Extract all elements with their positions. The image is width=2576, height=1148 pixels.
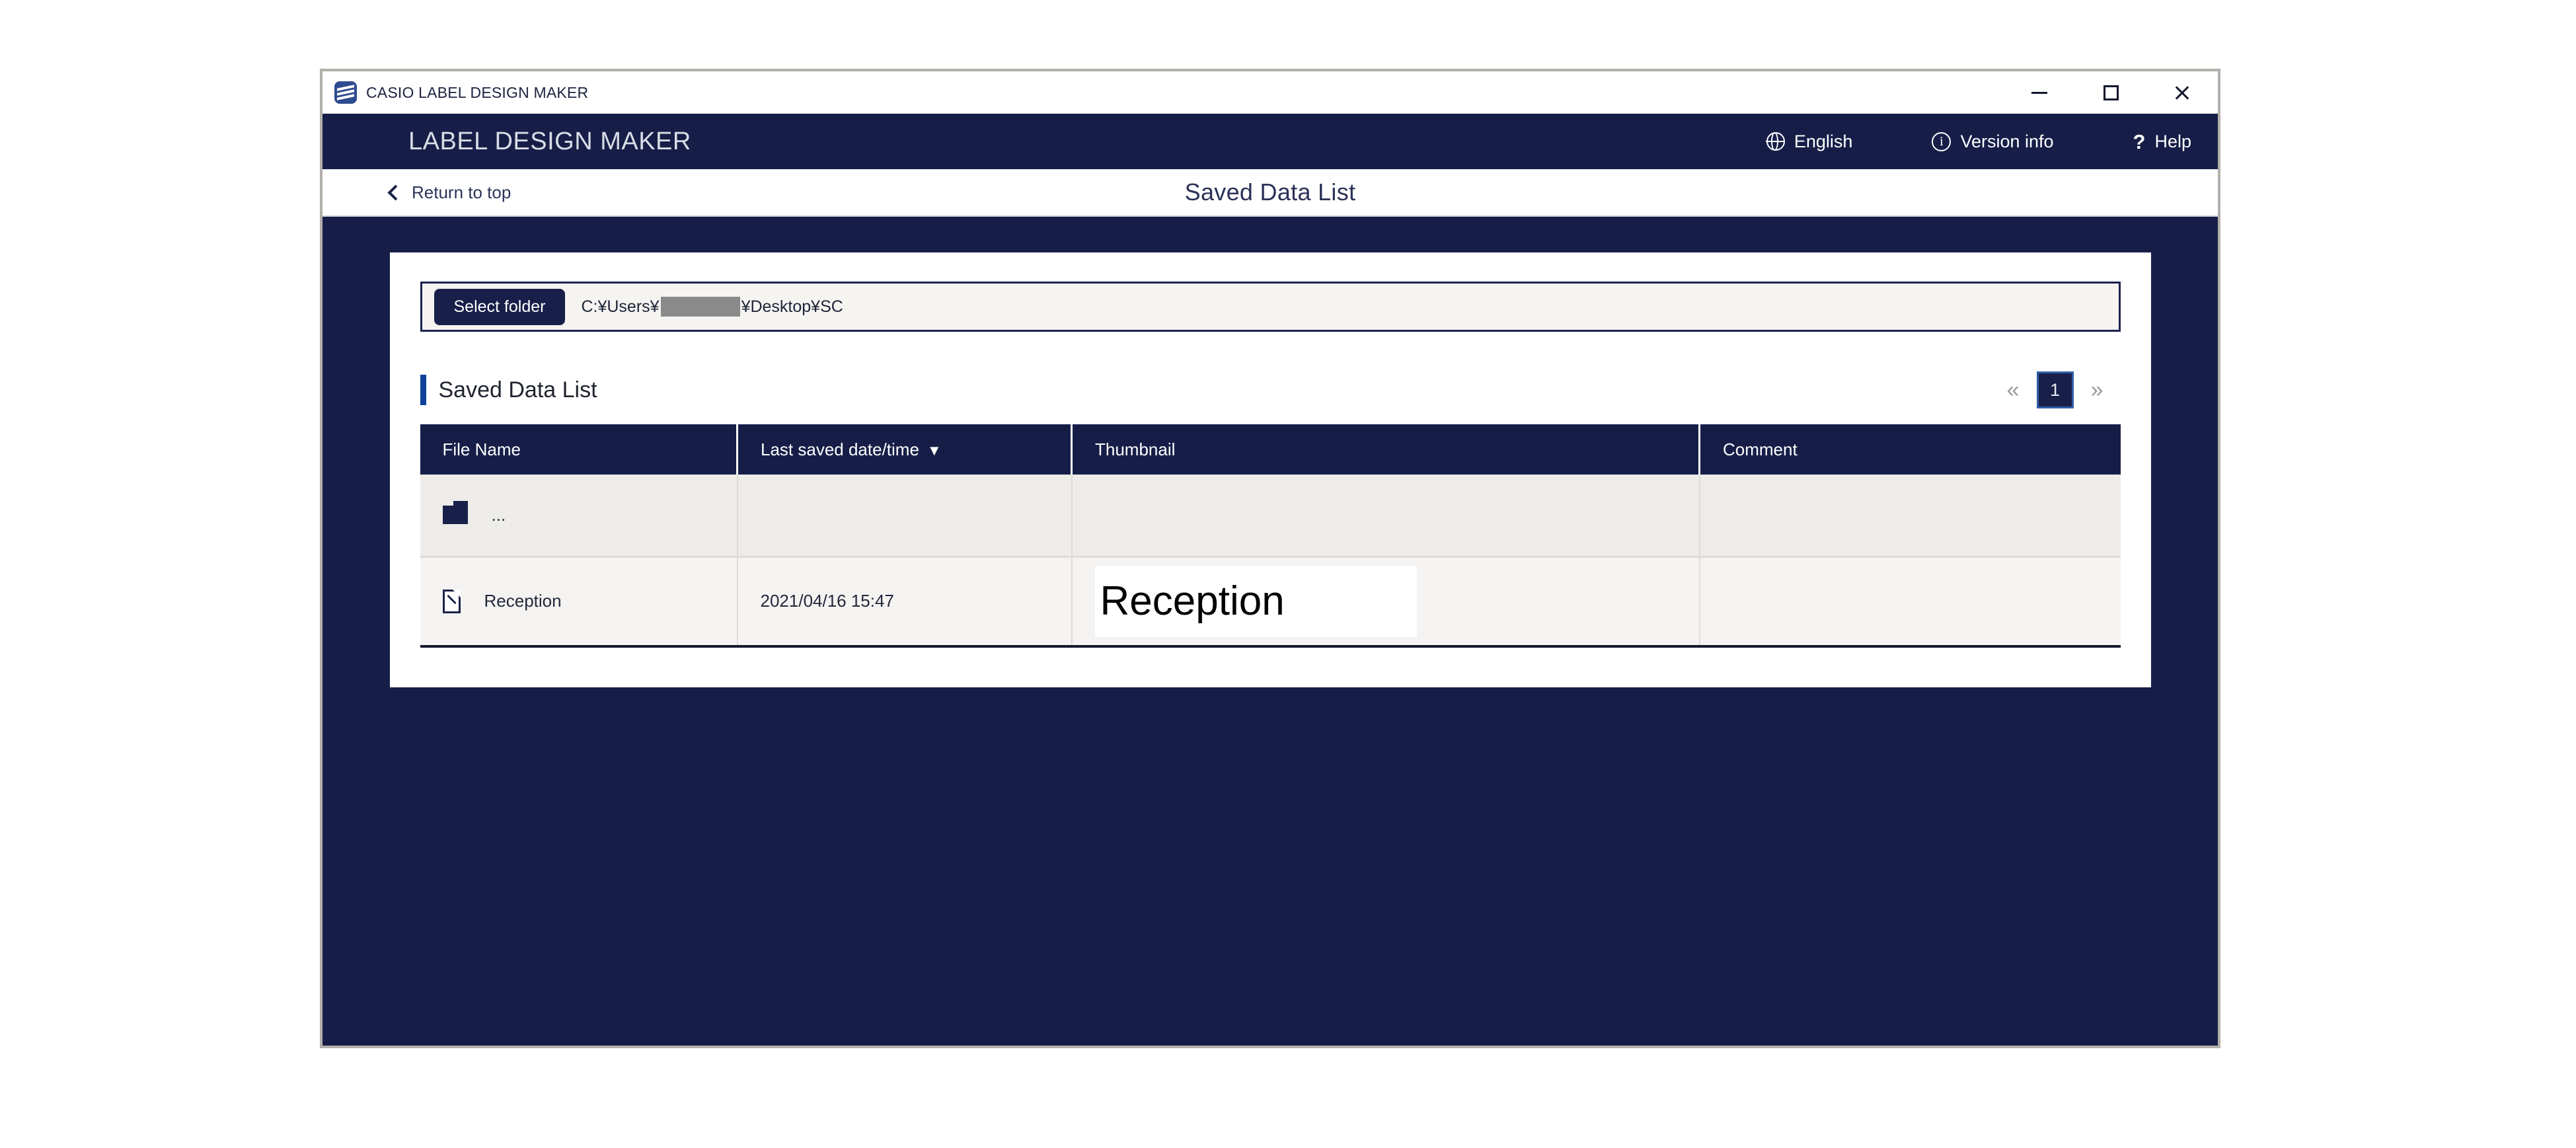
next-page-button[interactable]: » [2074,379,2121,401]
column-header-last-saved[interactable]: Last saved date/time ▼ [737,424,1073,475]
parent-folder-entry: ... [442,501,737,525]
column-header-comment[interactable]: Comment [1699,424,2121,475]
sub-header: Return to top Saved Data List [322,169,2218,217]
column-header-last-saved-label: Last saved date/time [761,439,919,459]
page-number-1[interactable]: 1 [2036,371,2074,408]
language-menu-item[interactable]: English [1766,131,1853,152]
thumbnail-text: Reception [1100,578,1285,624]
cell-thumbnail [1071,475,1700,558]
table-body: ... Reception 2021/04/16 15:47 Reception [420,475,2121,646]
pagination: « 1 » [1990,371,2121,408]
close-icon [2174,84,2191,101]
table-row[interactable]: Reception 2021/04/16 15:47 Reception [420,556,2121,646]
file-entry: Reception [442,589,737,613]
column-header-comment-label: Comment [1723,439,1798,459]
file-name-label: Reception [484,591,562,611]
table-row[interactable]: ... [420,475,2121,558]
version-info-menu-item[interactable]: i Version info [1932,131,2054,152]
folder-icon [442,501,468,525]
casio-logo-icon [334,81,357,104]
return-to-top-label: Return to top [412,182,511,202]
column-header-thumbnail[interactable]: Thumbnail [1071,424,1700,475]
list-section-header: Saved Data List « 1 » [420,371,2121,408]
table-header: File Name Last saved date/time ▼ Thumbnai… [420,424,2121,475]
table-header-row: File Name Last saved date/time ▼ Thumbnai… [420,424,2121,475]
cell-file-name: ... [420,475,738,558]
language-label: English [1794,131,1853,151]
chevron-left-icon [387,184,404,201]
cell-thumbnail: Reception [1071,556,1700,646]
parent-folder-label: ... [491,504,506,525]
redacted-username [660,297,740,317]
folder-path-prefix: C:¥Users¥ [581,297,660,316]
folder-path-suffix: ¥Desktop¥SC [741,297,843,316]
content-area: Select folder C:¥Users¥ ¥Desktop¥SC Save… [322,217,2218,1046]
globe-icon [1766,132,1785,151]
maximize-button[interactable] [2075,71,2146,114]
sort-descending-icon: ▼ [927,441,942,459]
minimize-icon [2031,91,2047,94]
brand-header-menu: English i Version info ? Help [1687,132,2191,152]
info-circle-icon: i [1932,132,1951,151]
column-header-file-name[interactable]: File Name [420,424,738,475]
column-header-file-name-label: File Name [442,439,521,459]
previous-page-button[interactable]: « [1990,379,2037,401]
minimize-button[interactable] [2004,71,2075,114]
section-title: Saved Data List [438,377,597,402]
brand-header: LABEL DESIGN MAKER English i Version inf… [322,114,2218,169]
return-to-top-button[interactable]: Return to top [387,182,511,203]
file-icon [442,589,461,613]
application-window: CASIO LABEL DESIGN MAKER LABEL DESIGN MA… [320,69,2220,1048]
cell-last-saved [737,475,1073,558]
cell-last-saved: 2021/04/16 15:47 [737,556,1073,646]
brand-title: LABEL DESIGN MAKER [408,127,691,155]
help-label: Help [2154,131,2191,151]
folder-selector-bar: Select folder C:¥Users¥ ¥Desktop¥SC [420,282,2121,332]
cell-comment [1699,475,2121,558]
select-folder-button[interactable]: Select folder [434,288,566,325]
window-title: CASIO LABEL DESIGN MAKER [366,83,589,101]
question-mark-icon: ? [2133,130,2146,153]
cell-file-name: Reception [420,556,738,646]
close-button[interactable] [2146,71,2218,114]
maximize-icon [2103,85,2119,100]
window-controls [2004,71,2218,114]
title-bar: CASIO LABEL DESIGN MAKER [322,71,2218,114]
cell-comment [1699,556,2121,646]
thumbnail-preview[interactable]: Reception [1094,565,1417,637]
folder-path: C:¥Users¥ ¥Desktop¥SC [581,297,843,317]
content-panel: Select folder C:¥Users¥ ¥Desktop¥SC Save… [389,252,2151,687]
version-info-label: Version info [1960,131,2054,151]
page-title: Saved Data List [1184,178,1356,206]
column-header-thumbnail-label: Thumbnail [1095,439,1176,459]
help-menu-item[interactable]: ? Help [2133,132,2191,152]
saved-data-table: File Name Last saved date/time ▼ Thumbnai… [420,424,2121,648]
accent-bar [420,375,426,405]
